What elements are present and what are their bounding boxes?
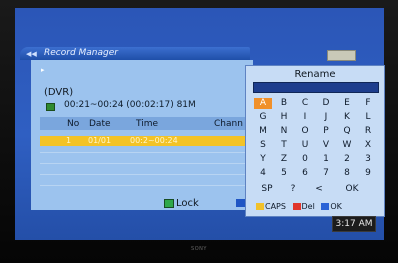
key-x[interactable]: X bbox=[359, 140, 377, 151]
key-7[interactable]: 7 bbox=[317, 168, 335, 179]
recording-info: 00:21~00:24 (00:02:17) 81M bbox=[64, 100, 196, 110]
key-ok[interactable]: OK bbox=[334, 184, 370, 195]
key-t[interactable]: T bbox=[275, 140, 293, 151]
row-divider bbox=[40, 174, 253, 175]
key-9[interactable]: 9 bbox=[359, 168, 377, 179]
key-l[interactable]: L bbox=[359, 112, 377, 123]
key-n[interactable]: N bbox=[275, 126, 293, 137]
key-v[interactable]: V bbox=[317, 140, 335, 151]
del-label: Del bbox=[301, 202, 315, 211]
key-f[interactable]: F bbox=[359, 98, 377, 109]
red-key-icon bbox=[292, 203, 301, 210]
row-no: 1 bbox=[66, 136, 72, 145]
key-g[interactable]: G bbox=[254, 112, 272, 123]
key-sp[interactable]: SP bbox=[254, 184, 280, 195]
key-k[interactable]: K bbox=[338, 112, 356, 123]
table-header: No Date Time Chann bbox=[40, 117, 253, 130]
blue-ok-key-icon bbox=[321, 203, 330, 210]
key-c[interactable]: C bbox=[296, 98, 314, 109]
key-4[interactable]: 4 bbox=[254, 168, 272, 179]
key-3[interactable]: 3 bbox=[359, 154, 377, 165]
key-o[interactable]: O bbox=[296, 126, 314, 137]
key-2[interactable]: 2 bbox=[338, 154, 356, 165]
key-d[interactable]: D bbox=[317, 98, 335, 109]
row-date: 01/01 bbox=[88, 136, 112, 145]
key-j[interactable]: J bbox=[317, 112, 335, 123]
key-?[interactable]: ? bbox=[284, 184, 302, 195]
key-0[interactable]: 0 bbox=[296, 154, 314, 165]
key-u[interactable]: U bbox=[296, 140, 314, 151]
row-time: 00:2~00:24 bbox=[130, 136, 178, 145]
key-y[interactable]: Y bbox=[254, 154, 272, 165]
record-manager-title: Record Manager bbox=[44, 48, 118, 58]
column-header-time: Time bbox=[136, 119, 159, 129]
lock-button[interactable]: Lock bbox=[164, 198, 199, 209]
key-8[interactable]: 8 bbox=[338, 168, 356, 179]
key-q[interactable]: Q bbox=[338, 126, 356, 137]
key-6[interactable]: 6 bbox=[296, 168, 314, 179]
small-arrow-icon: ▸ bbox=[41, 66, 45, 74]
yellow-key-icon bbox=[256, 203, 264, 210]
key-i[interactable]: I bbox=[296, 112, 314, 123]
key-a[interactable]: A bbox=[254, 98, 272, 109]
column-header-date: Date bbox=[89, 119, 111, 129]
rename-input[interactable] bbox=[253, 82, 379, 93]
table-row[interactable]: 1 01/01 00:2~00:24 bbox=[40, 136, 253, 146]
column-header-no: No bbox=[67, 119, 80, 129]
key-5[interactable]: 5 bbox=[275, 168, 293, 179]
ok-label: OK bbox=[330, 202, 342, 211]
clock: 3:17 AM bbox=[332, 216, 376, 232]
caps-label: CAPS bbox=[265, 202, 286, 211]
record-manager-panel bbox=[31, 60, 253, 210]
key-r[interactable]: R bbox=[359, 126, 377, 137]
record-icon: ◀◀ bbox=[26, 50, 37, 58]
lock-label: Lock bbox=[176, 198, 199, 209]
key-z[interactable]: Z bbox=[275, 154, 293, 165]
key-s[interactable]: S bbox=[254, 140, 272, 151]
key-<[interactable]: < bbox=[310, 184, 328, 195]
key-w[interactable]: W bbox=[338, 140, 356, 151]
tv-brand-logo: SONY bbox=[191, 246, 207, 252]
key-m[interactable]: M bbox=[254, 126, 272, 137]
row-divider bbox=[40, 185, 253, 186]
green-key-icon bbox=[164, 198, 174, 208]
dvr-label: (DVR) bbox=[44, 87, 74, 98]
key-h[interactable]: H bbox=[275, 112, 293, 123]
record-manager-header: ◀◀ Record Manager bbox=[20, 47, 250, 60]
rename-dialog: Rename ABCDEF GHIJKL MNOPQR STUVWX YZ0123 456… bbox=[245, 65, 385, 217]
row-divider bbox=[40, 152, 253, 153]
row-divider bbox=[40, 163, 253, 164]
key-p[interactable]: P bbox=[317, 126, 335, 137]
header-indicator bbox=[327, 50, 356, 61]
rename-legend: CAPS Del OK bbox=[256, 202, 346, 211]
recording-status-icon bbox=[46, 103, 55, 111]
key-1[interactable]: 1 bbox=[317, 154, 335, 165]
column-header-channel: Chann bbox=[214, 119, 243, 129]
key-b[interactable]: B bbox=[275, 98, 293, 109]
key-e[interactable]: E bbox=[338, 98, 356, 109]
rename-title: Rename bbox=[294, 69, 336, 80]
